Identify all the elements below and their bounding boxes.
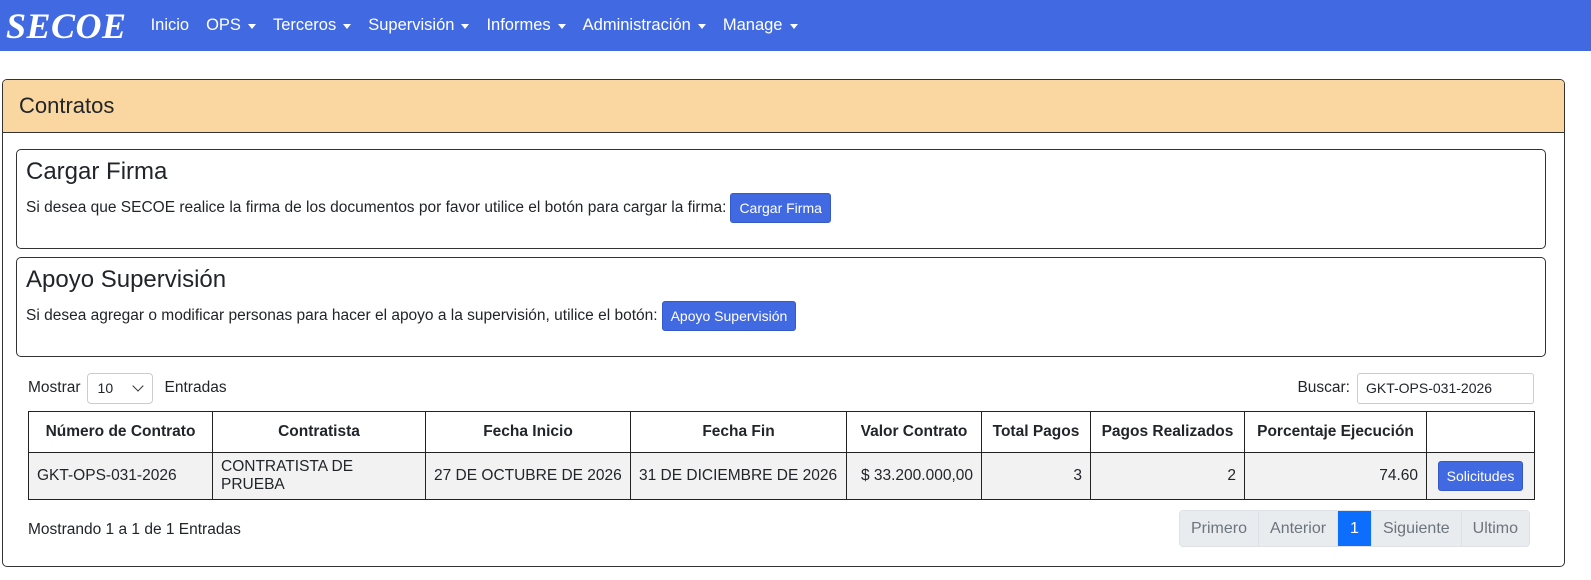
col-actions [1426, 411, 1535, 453]
cell-fecha-inicio: 27 DE OCTUBRE DE 2026 [425, 452, 631, 500]
caret-down-icon [789, 23, 798, 29]
signature-panel-title: Cargar Firma [26, 158, 168, 185]
page-next[interactable]: Siguiente [1371, 511, 1462, 546]
support-supervision-button[interactable]: Apoyo Supervisión [661, 301, 797, 332]
cell-porcentaje: 74.60 [1244, 452, 1427, 500]
col-fecha-inicio[interactable]: Fecha Inicio [425, 411, 631, 453]
nav-item-informes[interactable]: Informes [486, 16, 566, 35]
signature-panel-text: Si desea que SECOE realice la firma de l… [26, 199, 727, 217]
support-panel-title: Apoyo Supervisión [26, 266, 227, 293]
top-navbar: SECOE Inicio OPS Terceros Supervisión In… [0, 0, 1591, 51]
col-total-pagos[interactable]: Total Pagos [981, 411, 1091, 453]
page-size-select[interactable]: 10 [86, 372, 153, 404]
contracts-table: Número de Contrato Contratista Fecha Ini… [28, 411, 1535, 500]
col-contratista[interactable]: Contratista [212, 411, 426, 453]
col-pagos-realizados[interactable]: Pagos Realizados [1090, 411, 1245, 453]
col-fecha-fin[interactable]: Fecha Fin [630, 411, 847, 453]
card-title: Contratos [3, 80, 1564, 133]
pagination: Primero Anterior 1 Siguiente Ultimo [1179, 510, 1531, 547]
cell-contratista: CONTRATISTA DE PRUEBA [212, 452, 426, 500]
entries-label: Entradas [164, 379, 227, 396]
nav-item-terceros[interactable]: Terceros [273, 16, 352, 35]
table-header-row: Número de Contrato Contratista Fecha Ini… [28, 411, 1535, 453]
nav-item-administracion[interactable]: Administración [583, 16, 706, 35]
caret-down-icon [247, 23, 256, 29]
col-valor[interactable]: Valor Contrato [846, 411, 982, 453]
page-previous[interactable]: Anterior [1259, 511, 1339, 546]
cell-actions: Solicitudes [1426, 452, 1535, 500]
nav-menu: Inicio OPS Terceros Supervisión Informes… [151, 16, 815, 35]
nav-item-manage[interactable]: Manage [723, 16, 798, 35]
brand-logo[interactable]: SECOE [6, 8, 127, 44]
page-current[interactable]: 1 [1338, 511, 1372, 546]
table-controls: Mostrar 10 Entradas Buscar: [28, 371, 1534, 405]
search-input[interactable] [1357, 372, 1534, 404]
nav-item-inicio[interactable]: Inicio [151, 16, 190, 35]
signature-panel: Cargar Firma Si desea que SECOE realice … [16, 149, 1546, 249]
search-wrap: Buscar: [1297, 372, 1534, 404]
col-numero[interactable]: Número de Contrato [28, 411, 213, 453]
show-label: Mostrar [28, 379, 81, 396]
caret-down-icon [697, 23, 706, 29]
caret-down-icon [461, 23, 470, 29]
support-panel-text: Si desea agregar o modificar personas pa… [26, 307, 658, 325]
col-porcentaje[interactable]: Porcentaje Ejecución [1244, 411, 1427, 453]
page-last[interactable]: Ultimo [1461, 511, 1530, 546]
upload-signature-button[interactable]: Cargar Firma [730, 193, 831, 224]
nav-item-ops[interactable]: OPS [206, 16, 256, 35]
support-panel: Apoyo Supervisión Si desea agregar o mod… [16, 257, 1546, 357]
solicitudes-button[interactable]: Solicitudes [1437, 461, 1524, 491]
cell-fecha-fin: 31 DE DICIEMBRE DE 2026 [630, 452, 847, 500]
caret-down-icon [343, 23, 352, 29]
cell-numero: GKT-OPS-031-2026 [28, 452, 213, 500]
page-first[interactable]: Primero [1180, 511, 1260, 546]
table-info: Mostrando 1 a 1 de 1 Entradas [28, 521, 241, 538]
caret-down-icon [557, 23, 566, 29]
cell-total-pagos: 3 [981, 452, 1091, 500]
cell-pagos-realizados: 2 [1090, 452, 1245, 500]
search-label: Buscar: [1297, 379, 1350, 396]
chevron-down-icon [131, 380, 144, 392]
table-row: GKT-OPS-031-2026 CONTRATISTA DE PRUEBA 2… [28, 452, 1535, 500]
cell-valor: $ 33.200.000,00 [846, 452, 982, 500]
nav-item-supervision[interactable]: Supervisión [368, 16, 470, 35]
